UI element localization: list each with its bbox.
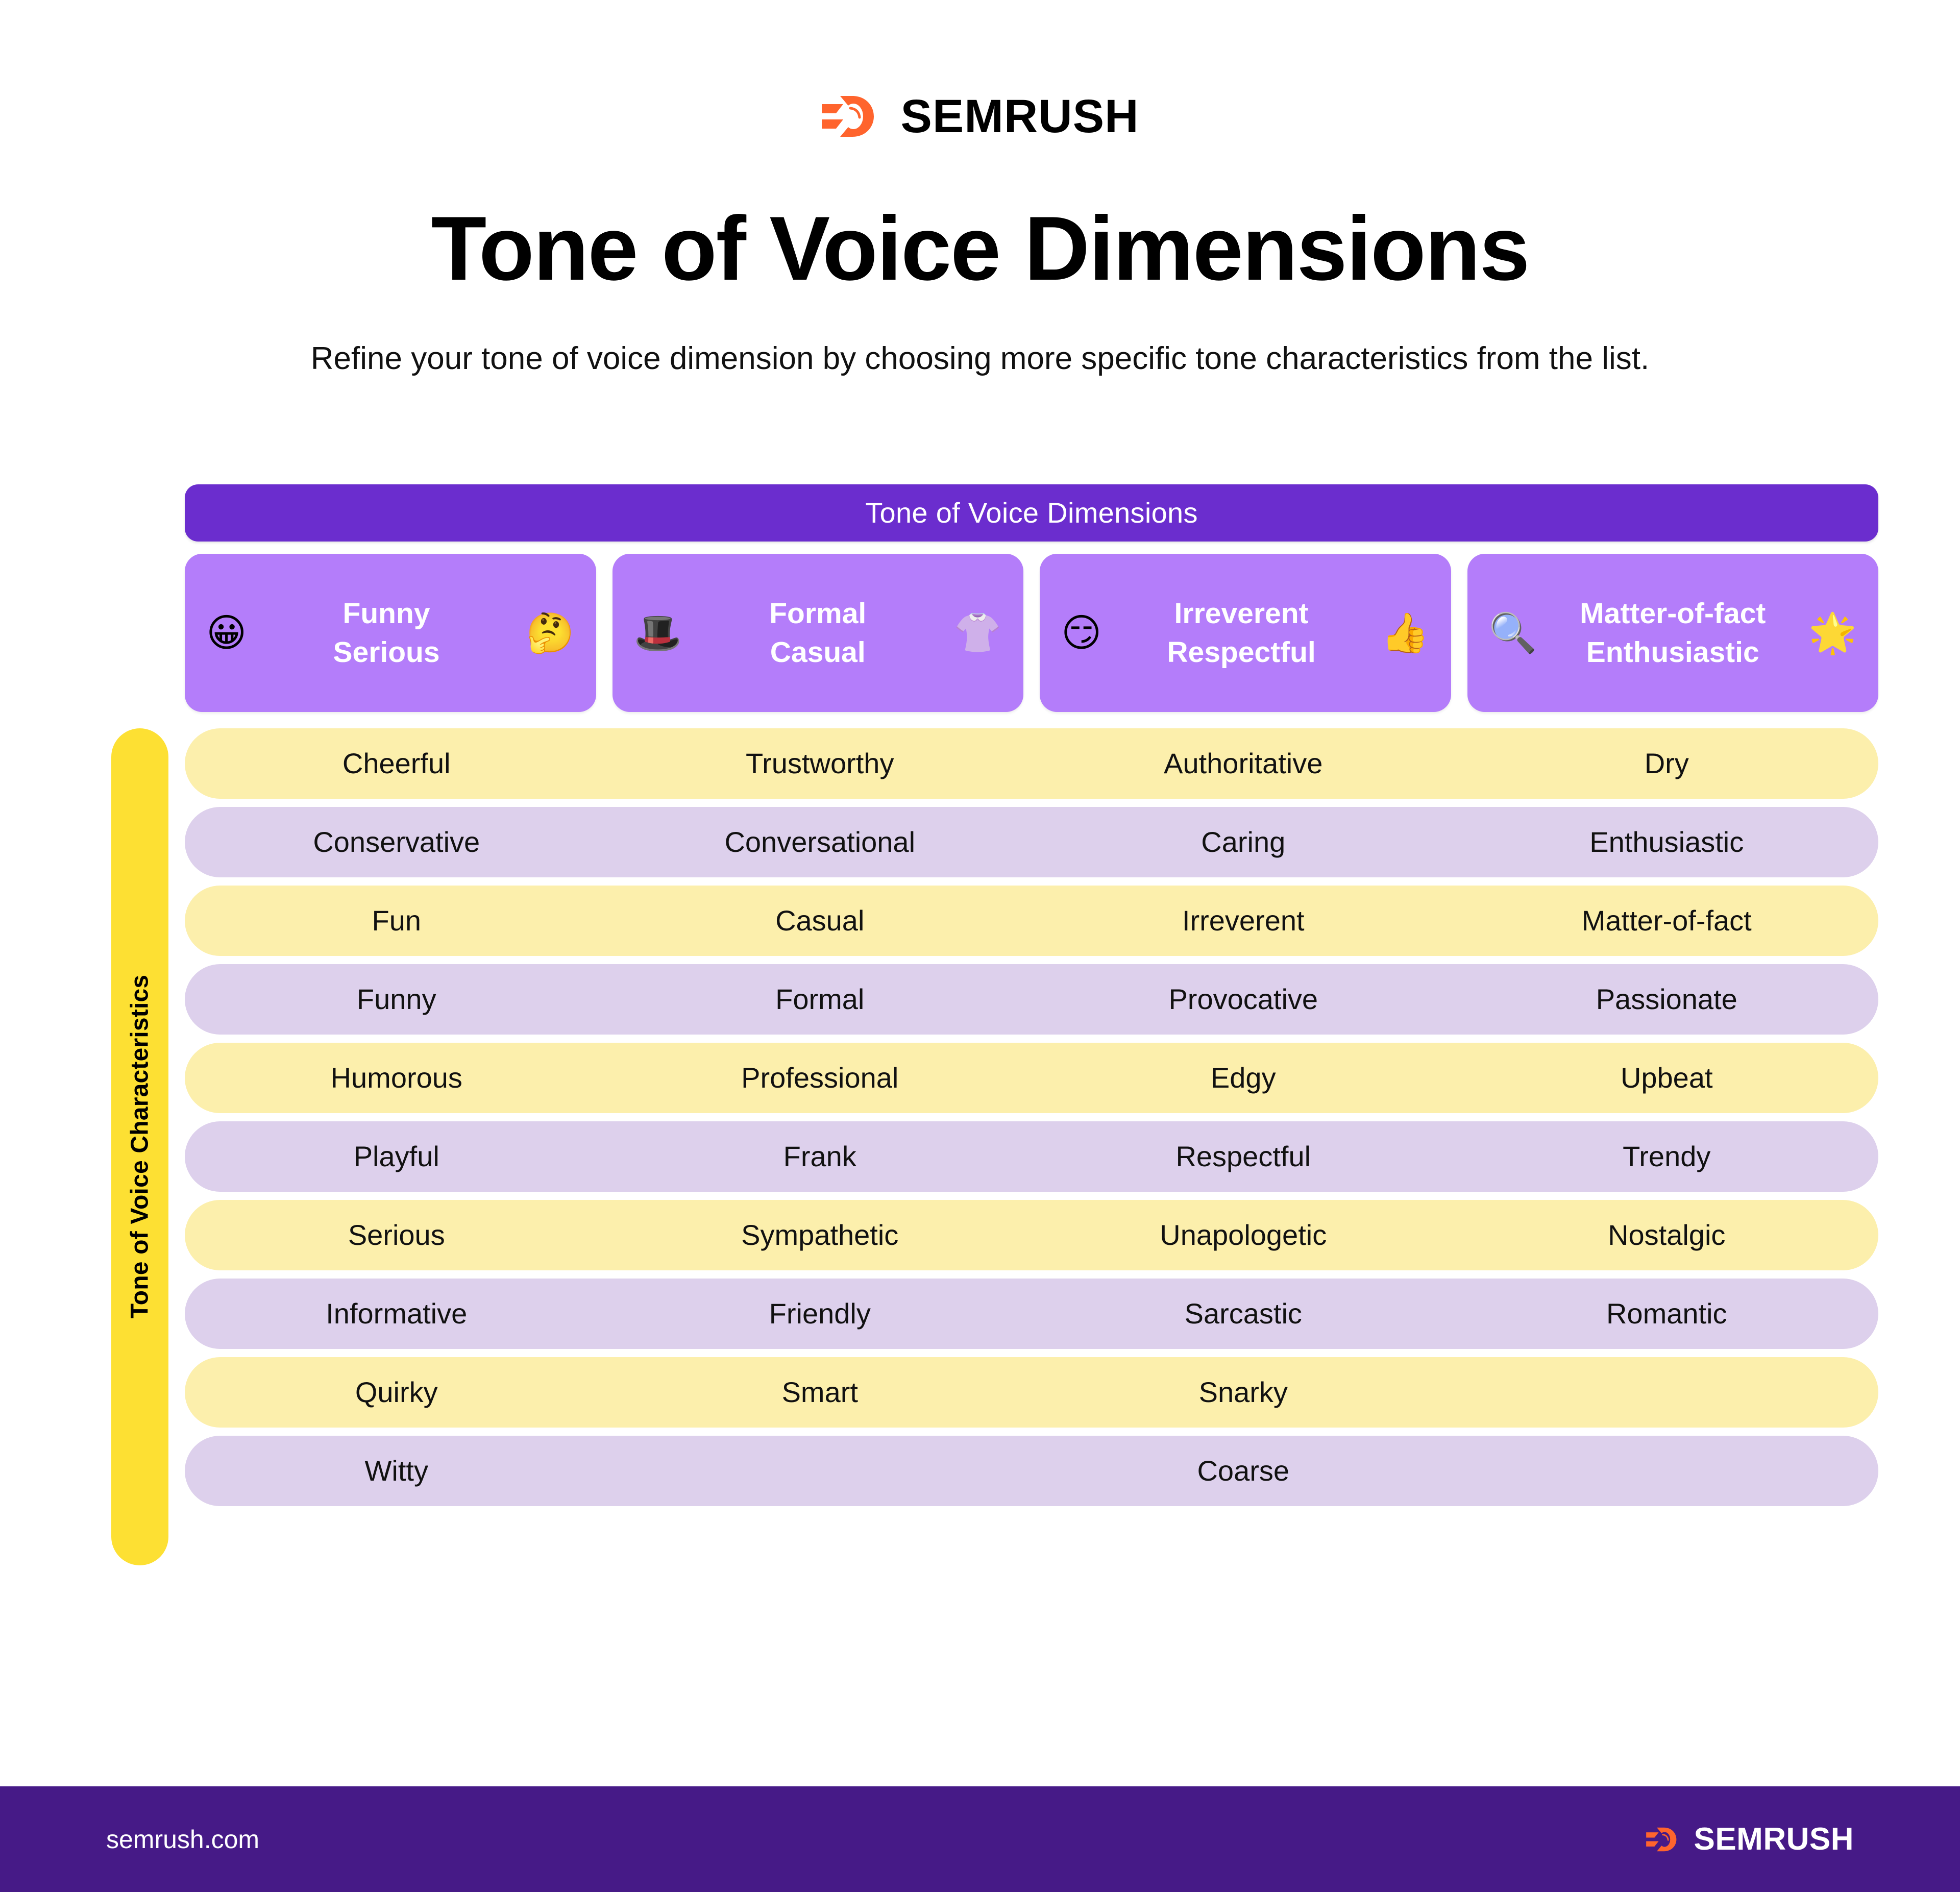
table-row: Conservative Conversational Caring Enthusia… <box>185 806 1879 877</box>
table-cell[interactable]: Funny <box>185 982 608 1016</box>
dimension-line-2: Respectful <box>1167 635 1316 669</box>
table-cell[interactable]: Authoritative <box>1032 747 1455 780</box>
title-block: Tone of Voice Dimensions Refine your ton… <box>0 140 1960 381</box>
table-cell[interactable]: Respectful <box>1032 1140 1455 1173</box>
semrush-flame-icon <box>1646 1825 1682 1854</box>
table-cell[interactable]: Conservative <box>185 825 608 858</box>
smirking-face-icon: 😏 <box>1061 609 1102 655</box>
table-cell[interactable]: Cheerful <box>185 747 608 780</box>
table-cell[interactable]: Sympathetic <box>608 1218 1032 1251</box>
table-cell[interactable]: Trendy <box>1455 1140 1879 1173</box>
table-row: Serious Sympathetic Unapologetic Nostalgic <box>185 1199 1879 1270</box>
table-cell[interactable]: Serious <box>185 1218 608 1251</box>
dimension-card-label: Matter-of-fact Enthusiastic <box>1537 594 1808 672</box>
table-cell[interactable]: Nostalgic <box>1455 1218 1879 1251</box>
footer-wordmark: SEMRUSH <box>1694 1821 1854 1857</box>
page-title: Tone of Voice Dimensions <box>431 198 1530 299</box>
dimension-card-label: Funny Serious <box>247 594 526 672</box>
table-cell[interactable]: Professional <box>608 1061 1032 1094</box>
dimension-card-irreverent-respectful[interactable]: 😏 Irreverent Respectful 👍 <box>1040 553 1451 712</box>
table-cell[interactable]: Matter-of-fact <box>1455 904 1879 937</box>
table-row: Humorous Professional Edgy Upbeat <box>185 1042 1879 1113</box>
tone-of-voice-diagram: Tone of Voice Dimensions 😀 Funny Serious… <box>0 484 1960 1786</box>
table-row: Funny Formal Provocative Passionate <box>185 964 1878 1035</box>
table-cell[interactable]: Caring <box>1032 825 1455 858</box>
table-row: Witty Coarse <box>185 1435 1878 1506</box>
footer-brand: SEMRUSH <box>1646 1821 1854 1857</box>
top-hat-icon: 🎩 <box>633 609 682 655</box>
dimension-card-funny-serious[interactable]: 😀 Funny Serious 🤔 <box>185 553 596 712</box>
table-cell[interactable]: Informative <box>185 1297 608 1330</box>
footer-url[interactable]: semrush.com <box>106 1825 259 1854</box>
table-cell[interactable]: Playful <box>185 1140 608 1173</box>
table-cell[interactable]: Snarky <box>1032 1375 1455 1409</box>
dimension-line-2: Serious <box>333 635 440 669</box>
table-cell[interactable]: Romantic <box>1455 1297 1879 1330</box>
brand-wordmark: SEMRUSH <box>900 90 1139 142</box>
table-cell[interactable]: Dry <box>1455 747 1879 780</box>
dimension-line-1: Irreverent <box>1174 597 1309 630</box>
table-cell[interactable]: Provocative <box>1032 982 1455 1016</box>
dimension-line-2: Enthusiastic <box>1586 635 1759 669</box>
dimension-card-label: Formal Casual <box>682 594 953 672</box>
grinning-face-icon: 😀 <box>206 609 247 655</box>
table-cell[interactable]: Friendly <box>608 1297 1032 1330</box>
table-cell[interactable]: Trustworthy <box>608 747 1032 780</box>
table-cell[interactable]: Formal <box>608 982 1032 1016</box>
table-cell[interactable]: Conversational <box>608 825 1032 858</box>
table-cell[interactable]: Frank <box>608 1140 1032 1173</box>
table-cell[interactable]: Upbeat <box>1455 1061 1879 1094</box>
table-cell[interactable]: Witty <box>185 1454 608 1487</box>
dimension-card-matteroffact-enthusiastic[interactable]: 🔍 Matter-of-fact Enthusiastic 🌟 <box>1467 553 1878 712</box>
semrush-flame-icon <box>821 93 884 140</box>
table-cell[interactable]: Passionate <box>1455 982 1879 1016</box>
characteristics-sidebar-label: Tone of Voice Characteristics <box>126 975 154 1319</box>
table-row: Cheerful Trustworthy Authoritative Dry <box>185 728 1878 799</box>
table-cell[interactable]: Humorous <box>185 1061 608 1094</box>
dimensions-banner: Tone of Voice Dimensions <box>185 484 1878 542</box>
dimension-line-2: Casual <box>770 635 866 669</box>
thumbs-up-icon: 👍 <box>1381 609 1430 655</box>
glowing-star-icon: 🌟 <box>1808 609 1857 655</box>
table-cell[interactable]: Enthusiastic <box>1455 825 1879 858</box>
dimension-line-1: Funny <box>342 597 430 630</box>
page-footer: semrush.com SEMRUSH <box>0 1786 1960 1892</box>
blouse-icon: 👚 <box>953 609 1002 655</box>
table-cell[interactable]: Sarcastic <box>1032 1297 1455 1330</box>
table-cell[interactable]: Unapologetic <box>1032 1218 1455 1251</box>
table-row: Fun Casual Irreverent Matter-of-fact <box>185 885 1879 956</box>
dimensions-banner-label: Tone of Voice Dimensions <box>865 497 1198 529</box>
dimension-line-1: Matter-of-fact <box>1580 597 1766 630</box>
table-row: Informative Friendly Sarcastic Romantic <box>185 1278 1879 1349</box>
table-cell[interactable]: Edgy <box>1032 1061 1455 1094</box>
characteristics-sidebar: Tone of Voice Characteristics <box>111 728 168 1565</box>
infographic-page: SEMRUSH Tone of Voice Dimensions Refine … <box>0 0 1960 1892</box>
table-cell[interactable]: Quirky <box>185 1375 608 1409</box>
table-cell[interactable]: Coarse <box>1032 1454 1455 1487</box>
brand-header: SEMRUSH <box>0 0 1960 140</box>
table-cell[interactable]: Casual <box>608 904 1032 937</box>
table-row: Playful Frank Respectful Trendy <box>185 1121 1878 1192</box>
dimension-card-label: Irreverent Respectful <box>1101 594 1381 672</box>
dimension-line-1: Formal <box>769 597 867 630</box>
thinking-face-icon: 🤔 <box>526 609 575 655</box>
page-subtitle: Refine your tone of voice dimension by c… <box>310 340 1650 376</box>
table-cell[interactable]: Fun <box>185 904 608 937</box>
table-cell[interactable]: Irreverent <box>1032 904 1455 937</box>
dimension-cards: 😀 Funny Serious 🤔 🎩 Formal Casual 👚 😏 Ir… <box>185 553 1878 712</box>
dimension-card-formal-casual[interactable]: 🎩 Formal Casual 👚 <box>612 553 1023 712</box>
table-row: Quirky Smart Snarky <box>185 1357 1878 1428</box>
table-cell[interactable]: Smart <box>608 1375 1032 1409</box>
magnifying-glass-icon: 🔍 <box>1488 609 1537 655</box>
characteristics-table: Cheerful Trustworthy Authoritative Dry Conse… <box>185 728 1878 1506</box>
